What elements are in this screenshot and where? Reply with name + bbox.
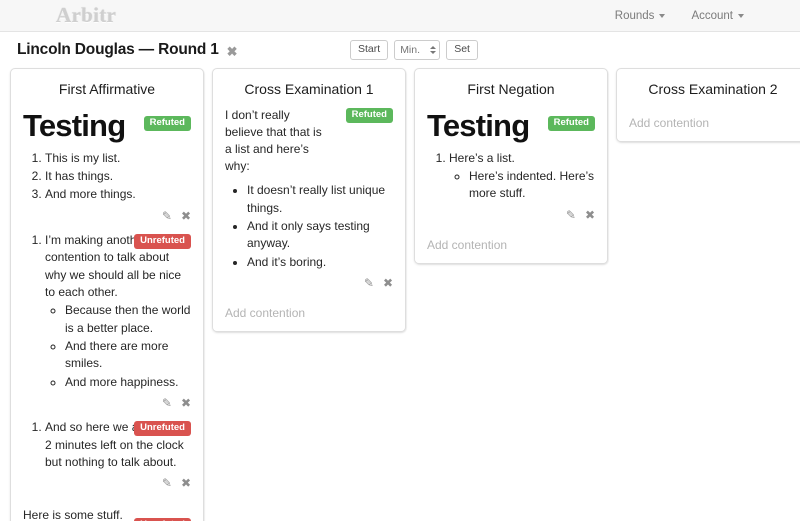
contention-sublist: Here’s indented. Here’s more stuff.	[449, 168, 595, 203]
minutes-input-wrap	[394, 40, 441, 60]
app-logo[interactable]: Arbitr	[56, 3, 116, 28]
column-title: First Negation	[467, 81, 555, 97]
rounds-board: First Affirmative Refuted Testing This i…	[0, 68, 800, 521]
contention-actions: ✎ ✖	[23, 208, 191, 228]
contention-list: Here’s a list. Here’s indented. Here’s m…	[427, 150, 595, 203]
list-item: It doesn’t really list unique things.	[247, 182, 393, 217]
contention-actions: ✎ ✖	[225, 275, 393, 295]
nav-item-rounds-label: Rounds	[614, 9, 655, 22]
start-button[interactable]: Start	[350, 40, 389, 60]
chevron-down-icon	[738, 13, 744, 18]
navbar: Arbitr Rounds Account	[0, 0, 800, 32]
sub-list-item: Because then the world is a better place…	[65, 302, 191, 337]
column-first-affirmative: First Affirmative Refuted Testing This i…	[10, 68, 204, 521]
nav-item-account[interactable]: Account	[691, 10, 744, 22]
status-badge: Refuted	[143, 116, 191, 131]
column-body: Refuted I don’t really believe that that…	[213, 107, 405, 297]
navbar-links: Rounds Account	[615, 10, 744, 22]
pencil-icon[interactable]: ✎	[162, 477, 172, 489]
list-item: Here’s a list. Here’s indented. Here’s m…	[449, 150, 595, 203]
contention-card[interactable]: Unrefuted Here is some stuff. ✎ ✖	[23, 507, 191, 521]
status-badge: Refuted	[547, 116, 595, 131]
close-icon[interactable]: ✖	[181, 210, 191, 222]
timer-controls: Start Set	[350, 40, 478, 60]
add-contention-button[interactable]: Add contention	[415, 228, 607, 263]
contention-card[interactable]: Unrefuted I’m making another contention …	[23, 232, 191, 418]
contention-sublist: Because then the world is a better place…	[45, 302, 191, 391]
contention-actions: ✎ ✖	[427, 207, 595, 227]
column-first-negation: First Negation Refuted Testing Here’s a …	[414, 68, 608, 264]
page-title: Lincoln Douglas — Round 1	[17, 41, 219, 58]
add-contention-button[interactable]: Add contention	[213, 297, 405, 332]
close-icon[interactable]: ✖	[181, 397, 191, 409]
list-item: This is my list.	[45, 150, 191, 167]
nav-item-account-label: Account	[691, 9, 733, 22]
pencil-icon[interactable]: ✎	[566, 209, 576, 221]
number-spinner[interactable]	[430, 46, 437, 54]
close-icon[interactable]: ✖	[585, 209, 595, 221]
list-item: I’m making another contention to talk ab…	[45, 232, 191, 392]
close-round-icon[interactable]: ✖	[227, 45, 238, 58]
list-item-text: Here’s a list.	[449, 150, 515, 165]
status-badge: Unrefuted	[134, 421, 191, 437]
close-icon[interactable]: ✖	[181, 477, 191, 489]
round-header: Lincoln Douglas — Round 1 ✖ Start Set	[0, 32, 800, 68]
spinner-up-icon[interactable]	[430, 46, 437, 49]
sub-list-item: And there are more smiles.	[65, 338, 191, 373]
column-cross-examination-1: Cross Examination 1 Refuted I don’t real…	[212, 68, 406, 333]
column-title: Cross Examination 1	[244, 81, 374, 97]
column-title: First Affirmative	[58, 81, 156, 97]
pencil-icon[interactable]: ✎	[162, 397, 172, 409]
contention-card[interactable]: Refuted I don’t really believe that that…	[225, 107, 393, 297]
contention-card[interactable]: Refuted Testing This is my list. It has …	[23, 109, 191, 230]
status-badge: Unrefuted	[134, 233, 191, 249]
contention-card[interactable]: Unrefuted And so here we are. I have 2 m…	[23, 419, 191, 497]
chevron-down-icon	[659, 13, 666, 18]
column-body: Refuted Testing This is my list. It has …	[11, 109, 203, 521]
spinner-down-icon[interactable]	[430, 51, 437, 54]
pencil-icon[interactable]: ✎	[364, 277, 374, 289]
status-badge: Refuted	[345, 108, 393, 123]
set-button[interactable]: Set	[446, 40, 478, 60]
list-item: It has things.	[45, 168, 191, 185]
column-cross-examination-2: Cross Examination 2 Add contention	[616, 68, 800, 142]
contention-list: It doesn’t really list unique things. An…	[225, 182, 393, 271]
nav-item-rounds[interactable]: Rounds	[615, 10, 666, 22]
close-icon[interactable]: ✖	[383, 277, 393, 289]
add-contention-button[interactable]: Add contention	[617, 107, 800, 141]
column-title: Cross Examination 2	[648, 81, 778, 97]
contention-list: I’m making another contention to talk ab…	[23, 232, 191, 392]
contention-actions: ✎ ✖	[23, 395, 191, 415]
pencil-icon[interactable]: ✎	[162, 210, 172, 222]
contention-card[interactable]: Refuted Testing Here’s a list. Here’s in…	[427, 109, 595, 229]
list-item: And it only says testing anyway.	[247, 218, 393, 253]
list-item: And more things.	[45, 186, 191, 203]
contention-actions: ✎ ✖	[23, 475, 191, 495]
sub-list-item: Here’s indented. Here’s more stuff.	[469, 168, 595, 203]
sub-list-item: And more happiness.	[65, 374, 191, 391]
list-item: And it’s boring.	[247, 254, 393, 271]
column-body: Refuted Testing Here’s a list. Here’s in…	[415, 109, 607, 229]
contention-list: This is my list. It has things. And more…	[23, 150, 191, 204]
